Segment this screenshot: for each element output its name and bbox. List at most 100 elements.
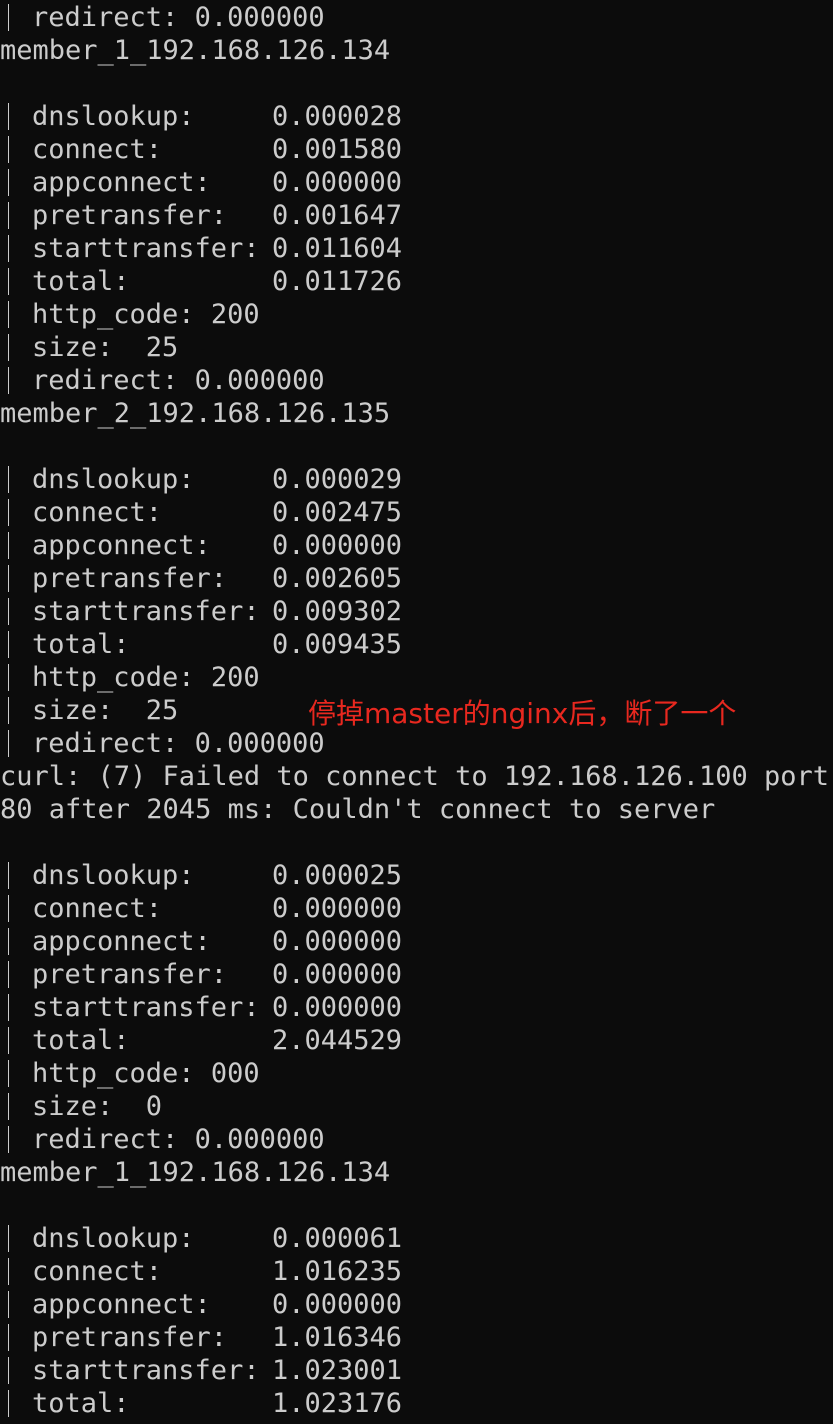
metric-label: starttransfer: xyxy=(32,233,260,264)
metric-label: dnslookup: xyxy=(32,464,195,495)
metric-label: total: xyxy=(32,1025,130,1056)
metric-label: redirect: xyxy=(32,1124,179,1155)
metric-value: 0.000000 xyxy=(194,365,325,396)
metric-value: 0.000000 xyxy=(194,2,325,33)
metric-label: http_code: xyxy=(32,662,195,693)
line-border xyxy=(8,1060,9,1087)
metric-label: pretransfer: xyxy=(32,1322,228,1353)
line-border xyxy=(8,136,9,163)
metric-label: appconnect: xyxy=(32,167,211,198)
line-border xyxy=(8,598,9,625)
metric-value: 0.001580 xyxy=(272,134,403,165)
line-border xyxy=(8,169,9,196)
line-border xyxy=(8,499,9,526)
metric-value: 0.002605 xyxy=(272,563,403,594)
line-border xyxy=(8,565,9,592)
metric-value: 0.011726 xyxy=(272,266,403,297)
line-border xyxy=(8,367,9,394)
metric-value: 0.002475 xyxy=(272,497,403,528)
metric-label: connect: xyxy=(32,1256,163,1287)
metric-value: 200 xyxy=(210,662,260,693)
metric-value: 0.000000 xyxy=(272,167,403,198)
line-border xyxy=(8,4,9,31)
metric-label: http_code: xyxy=(32,1058,195,1089)
line-border xyxy=(8,730,9,757)
metric-label: starttransfer: xyxy=(32,992,260,1023)
metric-label: starttransfer: xyxy=(32,1355,260,1386)
metric-value: 0 xyxy=(129,1091,163,1122)
metric-label: total: xyxy=(32,1388,130,1419)
terminal-window[interactable]: redirect: 0.000000 member_1_192.168.126.13… xyxy=(0,0,833,1424)
metric-value: 0.000000 xyxy=(272,959,403,990)
metric-label: pretransfer: xyxy=(32,563,228,594)
output-line: curl: (7) Failed to connect to 192.168.1… xyxy=(0,761,830,792)
line-border xyxy=(8,466,9,493)
line-border xyxy=(8,532,9,559)
output-line: member_1_192.168.126.134 xyxy=(0,35,391,66)
metric-label: starttransfer: xyxy=(32,596,260,627)
metric-label: appconnect: xyxy=(32,530,211,561)
metric-label: dnslookup: xyxy=(32,1223,195,1254)
metric-value: 1.016235 xyxy=(272,1256,403,1287)
metric-label: size: xyxy=(32,695,114,726)
metric-value: 0.000061 xyxy=(272,1223,403,1254)
metric-value: 0.009435 xyxy=(272,629,403,660)
line-border xyxy=(8,994,9,1021)
metric-value: 0.000028 xyxy=(272,101,403,132)
metric-value: 0.000000 xyxy=(194,1124,325,1155)
line-border xyxy=(8,1291,9,1318)
line-border xyxy=(8,334,9,361)
metric-value: 0.000000 xyxy=(272,530,403,561)
line-border xyxy=(8,862,9,889)
line-border xyxy=(8,1258,9,1285)
metric-value: 0.000000 xyxy=(272,992,403,1023)
metric-value: 25 xyxy=(129,695,179,726)
metric-value: 2.044529 xyxy=(272,1025,403,1056)
metric-label: appconnect: xyxy=(32,926,211,957)
metric-value: 0.000029 xyxy=(272,464,403,495)
line-border xyxy=(8,268,9,295)
metric-value: 0.001647 xyxy=(272,200,403,231)
line-border xyxy=(8,1126,9,1153)
line-border xyxy=(8,202,9,229)
line-border xyxy=(8,1390,9,1417)
line-border xyxy=(8,1225,9,1252)
line-border xyxy=(8,1027,9,1054)
metric-value: 0.009302 xyxy=(272,596,403,627)
metric-value: 0.000000 xyxy=(272,926,403,957)
metric-label: size: xyxy=(32,1091,114,1122)
metric-label: redirect: xyxy=(32,2,179,33)
line-border xyxy=(8,1093,9,1120)
line-border xyxy=(8,895,9,922)
metric-value: 25 xyxy=(129,332,179,363)
metric-value: 000 xyxy=(210,1058,260,1089)
metric-label: redirect: xyxy=(32,365,179,396)
metric-label: total: xyxy=(32,266,130,297)
line-border xyxy=(8,103,9,130)
line-border xyxy=(8,961,9,988)
metric-label: size: xyxy=(32,332,114,363)
line-border xyxy=(8,301,9,328)
metric-label: pretransfer: xyxy=(32,200,228,231)
metric-label: http_code: xyxy=(32,299,195,330)
metric-value: 1.016346 xyxy=(272,1322,403,1353)
metric-value: 0.000025 xyxy=(272,860,403,891)
metric-value: 200 xyxy=(210,299,260,330)
annotation-note: 停掉master的nginx后，断了一个 xyxy=(308,697,737,730)
line-border xyxy=(8,1357,9,1384)
metric-label: redirect: xyxy=(32,728,179,759)
line-border xyxy=(8,697,9,724)
metric-value: 0.011604 xyxy=(272,233,403,264)
metric-label: total: xyxy=(32,629,130,660)
metric-value: 1.023176 xyxy=(272,1388,403,1419)
metric-value: 1.023001 xyxy=(272,1355,403,1386)
line-border xyxy=(8,1324,9,1351)
metric-value: 0.000000 xyxy=(272,1289,403,1320)
metric-label: pretransfer: xyxy=(32,959,228,990)
metric-value: 0.000000 xyxy=(272,893,403,924)
output-line: member_2_192.168.126.135 xyxy=(0,398,391,429)
metric-value: 0.000000 xyxy=(194,728,325,759)
metric-label: connect: xyxy=(32,893,163,924)
metric-label: connect: xyxy=(32,497,163,528)
metric-label: connect: xyxy=(32,134,163,165)
